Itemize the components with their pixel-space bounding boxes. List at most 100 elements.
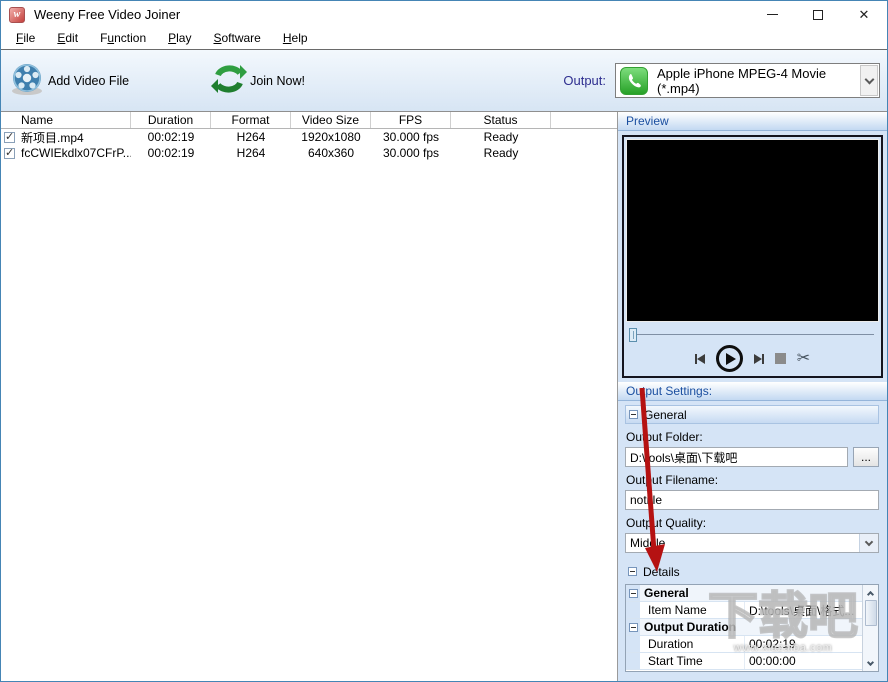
output-format-combobox[interactable]: Apple iPhone MPEG-4 Movie (*.mp4) xyxy=(615,63,880,98)
seek-slider-handle[interactable] xyxy=(629,327,637,342)
file-name: 新项目.mp4 xyxy=(21,130,84,145)
grid-category-row[interactable]: General xyxy=(626,585,862,602)
output-format-dropdown-button[interactable] xyxy=(860,65,878,96)
seek-slider[interactable] xyxy=(629,327,874,342)
playback-controls: ✂ xyxy=(624,345,881,372)
column-header-format[interactable]: Format xyxy=(211,112,291,128)
chevron-down-icon xyxy=(864,537,874,546)
file-format: H264 xyxy=(236,146,266,160)
play-icon xyxy=(725,352,736,365)
grid-category-row[interactable]: Output Duration xyxy=(626,619,862,636)
preview-box: ✂ xyxy=(622,135,883,378)
output-settings-body: General Output Folder: D:\tools\桌面\下载吧 .… xyxy=(618,401,887,681)
video-preview-area xyxy=(626,139,879,322)
output-folder-label: Output Folder: xyxy=(626,430,703,444)
scroll-up-button[interactable] xyxy=(864,585,878,600)
close-icon: ✕ xyxy=(858,7,870,22)
collapse-icon[interactable] xyxy=(628,567,637,576)
column-header-filler xyxy=(551,112,617,128)
start-time-value[interactable]: 00:00:00 xyxy=(744,653,862,669)
add-video-file-label: Add Video File xyxy=(48,73,130,88)
row-checkbox[interactable] xyxy=(4,146,15,159)
titlebar: w Weeny Free Video Joiner ✕ xyxy=(1,1,887,28)
menu-play[interactable]: Play xyxy=(157,28,202,49)
next-icon xyxy=(753,353,762,364)
next-button[interactable] xyxy=(753,353,764,364)
browse-folder-button[interactable]: ... xyxy=(853,447,879,467)
add-video-file-button[interactable]: Add Video File xyxy=(9,61,129,100)
column-header-duration[interactable]: Duration xyxy=(131,112,211,128)
grid-item-row[interactable]: Item Name D:\tools\桌面\格式... xyxy=(626,602,862,619)
file-video-size: 640x360 xyxy=(307,146,355,160)
file-duration: 00:02:19 xyxy=(147,146,195,160)
duration-label: Duration xyxy=(648,637,694,651)
window-title: Weeny Free Video Joiner xyxy=(34,7,181,22)
film-reel-icon xyxy=(9,61,45,100)
seek-slider-track[interactable] xyxy=(637,334,874,335)
file-format: H264 xyxy=(236,130,266,144)
general-expander-label: General xyxy=(644,407,687,422)
chevron-up-icon xyxy=(866,590,875,598)
collapse-icon[interactable] xyxy=(628,588,638,598)
toolbar: Add Video File Join Now! Output: Apple i… xyxy=(1,49,887,111)
output-folder-input[interactable]: D:\tools\桌面\下载吧 xyxy=(625,447,848,467)
scrollbar-thumb[interactable] xyxy=(864,600,877,626)
main-area: Name Duration Format Video Size FPS Stat… xyxy=(1,111,887,681)
column-header-video-size[interactable]: Video Size xyxy=(291,112,371,128)
scissors-icon: ✂ xyxy=(796,349,811,367)
general-expander[interactable]: General xyxy=(625,405,879,424)
file-video-size: 1920x1080 xyxy=(301,130,361,144)
file-fps: 30.000 fps xyxy=(382,130,440,144)
grid-scrollbar[interactable] xyxy=(862,585,878,671)
output-filename-input[interactable]: notitle xyxy=(625,490,879,510)
cut-button[interactable]: ✂ xyxy=(796,349,811,367)
menu-function[interactable]: Function xyxy=(89,28,157,49)
menu-software[interactable]: Software xyxy=(202,28,271,49)
menu-edit[interactable]: Edit xyxy=(46,28,89,49)
column-header-fps[interactable]: FPS xyxy=(371,112,451,128)
file-duration: 00:02:19 xyxy=(147,130,195,144)
minimize-button[interactable] xyxy=(749,1,795,28)
file-name: fcCWIEkdlx07CFrP... xyxy=(21,146,131,160)
file-fps: 30.000 fps xyxy=(382,146,440,160)
chevron-down-icon xyxy=(866,658,875,666)
file-list-panel: Name Duration Format Video Size FPS Stat… xyxy=(1,112,618,681)
table-row[interactable]: 新项目.mp4 00:02:19 H264 1920x1080 30.000 f… xyxy=(1,129,617,145)
category-label: Output Duration xyxy=(644,620,736,634)
column-header-name[interactable]: Name xyxy=(1,112,131,128)
window-controls: ✕ xyxy=(749,1,887,28)
file-status: Ready xyxy=(483,146,519,160)
column-header-status[interactable]: Status xyxy=(451,112,551,128)
maximize-button[interactable] xyxy=(795,1,841,28)
previous-button[interactable] xyxy=(694,353,705,364)
menu-file[interactable]: File xyxy=(5,28,46,49)
close-button[interactable]: ✕ xyxy=(841,1,887,28)
grid-item-row[interactable]: Start Time 00:00:00 xyxy=(626,653,862,670)
quality-dropdown-button[interactable] xyxy=(859,534,878,552)
item-name-value[interactable]: D:\tools\桌面\格式... xyxy=(744,602,862,618)
join-now-label: Join Now! xyxy=(250,73,305,88)
category-label: General xyxy=(644,586,689,600)
output-quality-select[interactable]: Middle xyxy=(625,533,879,553)
scroll-down-button[interactable] xyxy=(864,656,878,671)
menubar: File Edit Function Play Software Help xyxy=(1,28,887,49)
details-expander[interactable]: Details xyxy=(625,562,879,581)
minimize-icon xyxy=(766,14,778,15)
collapse-icon[interactable] xyxy=(628,622,638,632)
menu-help[interactable]: Help xyxy=(272,28,319,49)
join-now-button[interactable]: Join Now! xyxy=(211,61,305,100)
grid-item-row[interactable]: Duration 00:02:19 xyxy=(626,636,862,653)
table-row[interactable]: fcCWIEkdlx07CFrP... 00:02:19 H264 640x36… xyxy=(1,145,617,161)
output-quality-value: Middle xyxy=(630,536,666,550)
file-status: Ready xyxy=(483,130,519,144)
stop-button[interactable] xyxy=(774,353,786,364)
phone-icon xyxy=(620,66,648,95)
app-icon: w xyxy=(9,6,25,23)
output-area: Output: Apple iPhone MPEG-4 Movie (*.mp4… xyxy=(563,63,880,98)
duration-value[interactable]: 00:02:19 xyxy=(744,636,862,652)
collapse-icon[interactable] xyxy=(629,410,638,419)
output-format-value: Apple iPhone MPEG-4 Movie (*.mp4) xyxy=(657,65,827,96)
play-button[interactable] xyxy=(715,345,743,372)
right-panel: Preview ✂ Output Settings: General Outpu… xyxy=(618,112,887,681)
row-checkbox[interactable] xyxy=(4,130,15,143)
